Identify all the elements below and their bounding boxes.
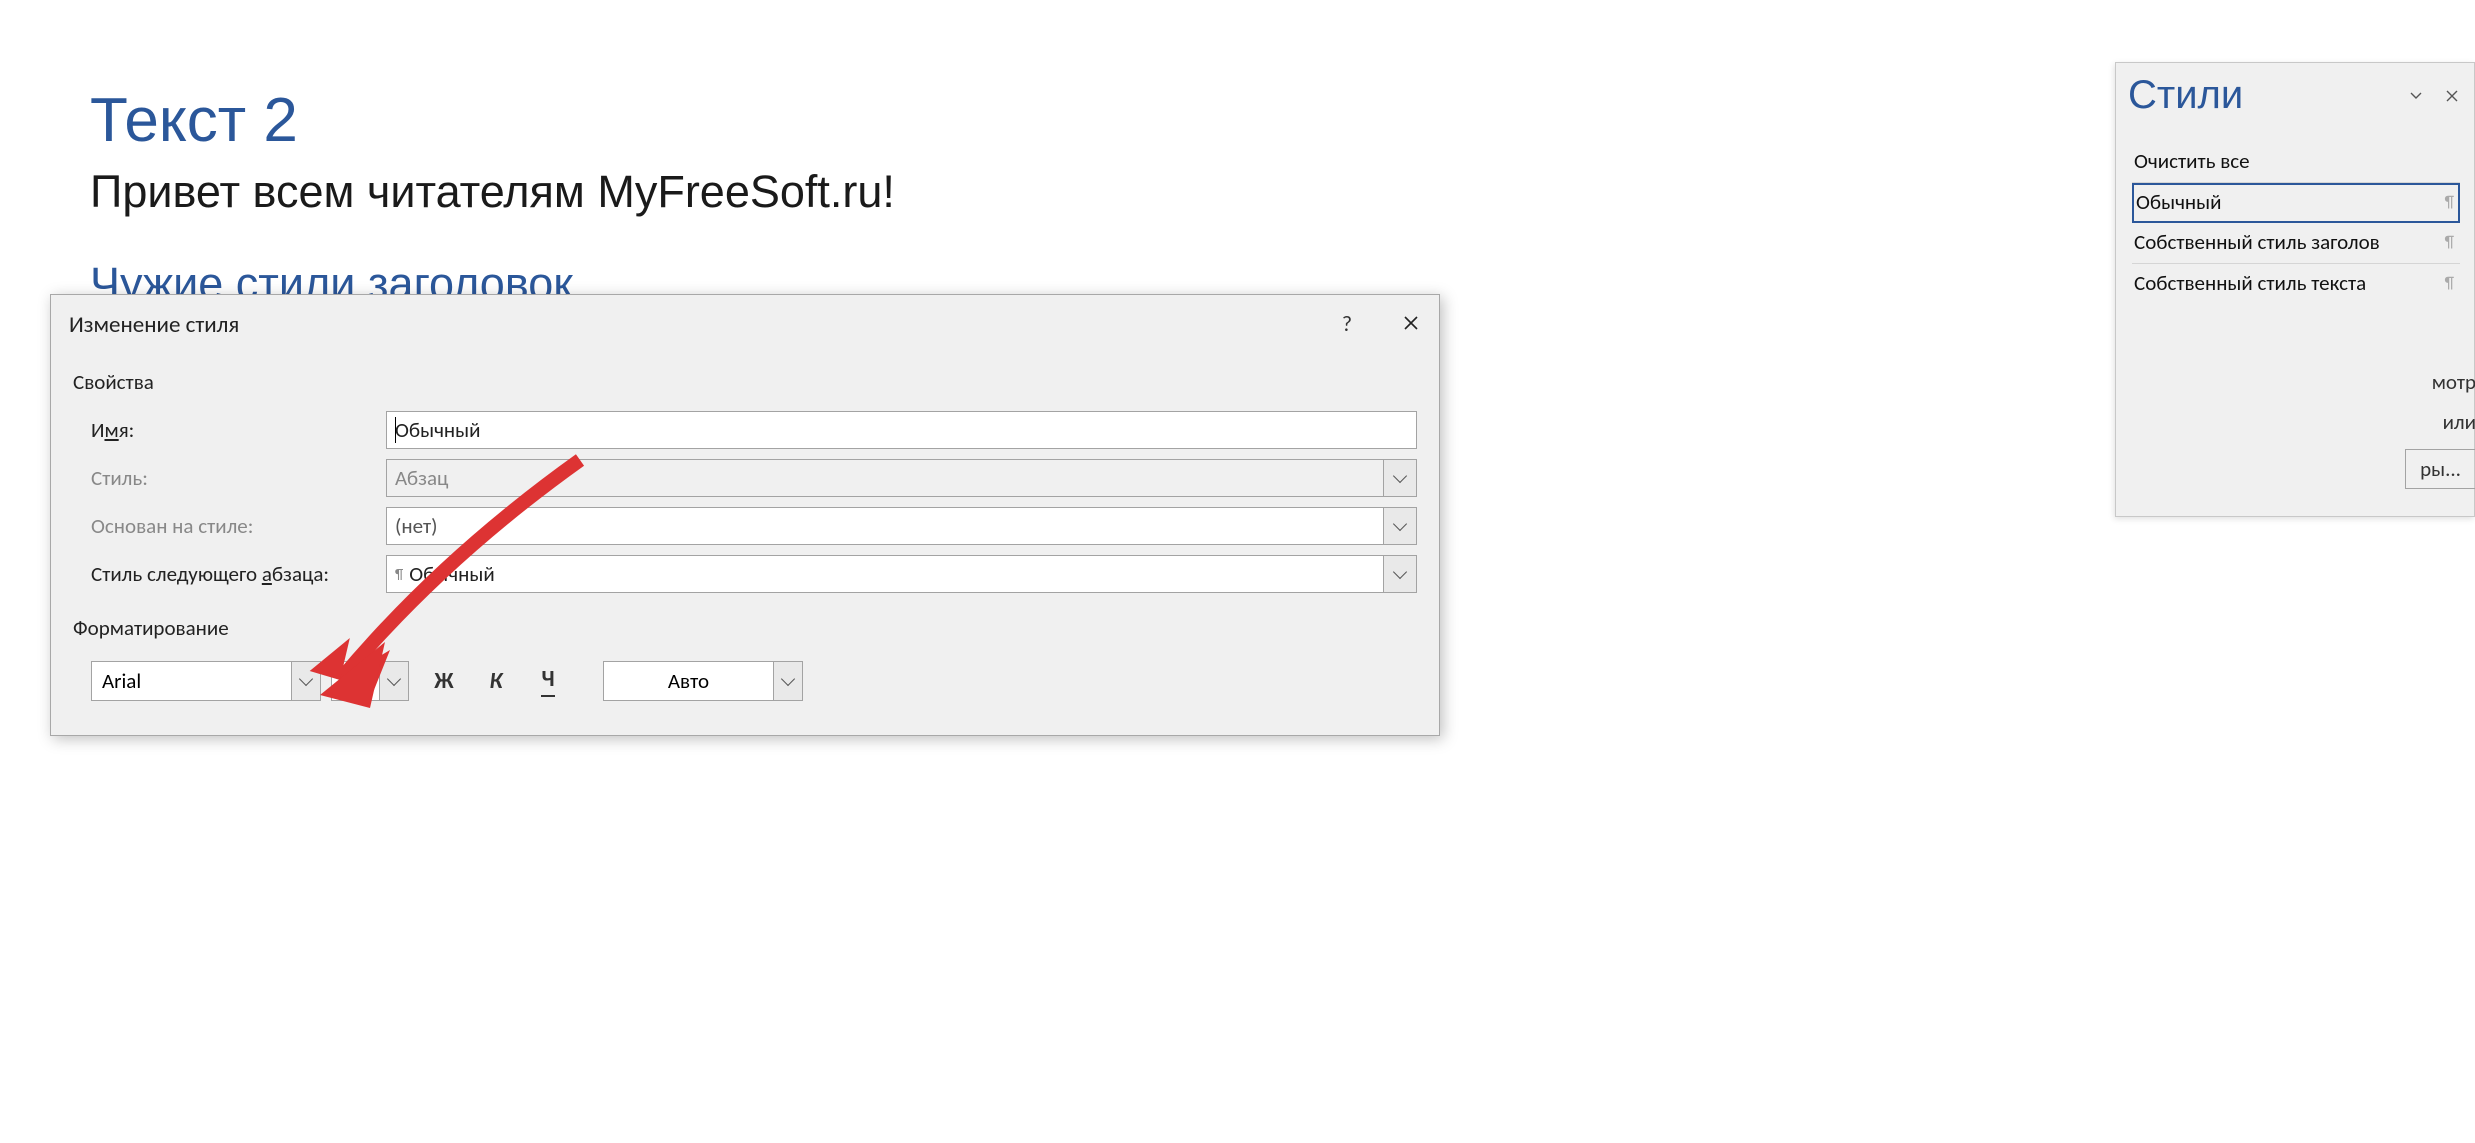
paragraph-mark-icon: ¶ [2445, 274, 2454, 293]
style-type-combo[interactable]: Абзац [386, 459, 1417, 497]
underline-button[interactable]: Ч [531, 661, 565, 701]
font-family-value: Arial [102, 668, 141, 694]
doc-paragraph: Привет всем читателям MyFreeSoft.ru! [90, 166, 895, 218]
pane-preview-fragment: мотр [2432, 369, 2475, 395]
paragraph-mark-icon: ¶ [2445, 193, 2454, 212]
dialog-close-button[interactable] [1393, 305, 1429, 341]
dialog-help-button[interactable]: ? [1329, 305, 1365, 341]
font-size-value: 18 [342, 668, 363, 694]
styles-pane-title: Стили [2128, 73, 2392, 118]
font-size-combo[interactable]: 18 [331, 661, 409, 701]
pane-close-icon[interactable] [2440, 84, 2464, 108]
properties-section-label: Свойства [73, 369, 1417, 395]
paragraph-mark-icon: ¶ [395, 566, 403, 583]
formatting-section-label: Форматирование [73, 615, 1417, 641]
font-color-combo[interactable]: Авто [603, 661, 803, 701]
italic-button[interactable]: К [479, 661, 513, 701]
name-label: Имя: [91, 417, 386, 443]
name-input-value: Обычный [395, 417, 481, 443]
doc-heading: Текст 2 [90, 85, 895, 156]
next-style-value: Обычный [409, 561, 495, 587]
style-item-normal[interactable]: Обычный ¶ [2132, 183, 2460, 223]
styles-list: Очистить все Обычный ¶ Собственный стиль… [2132, 142, 2460, 304]
next-style-label: Стиль следующего абзаца: [91, 561, 386, 587]
styles-pane: Стили Очистить все Обычный ¶ Собственный… [2115, 62, 2475, 517]
style-item-label: Собственный стиль заголов [2134, 229, 2380, 255]
based-on-label: Основан на стиле: [91, 513, 386, 539]
next-style-combo[interactable]: ¶ Обычный [386, 555, 1417, 593]
style-item-label: Очистить все [2134, 148, 2250, 174]
chevron-down-icon[interactable] [291, 661, 321, 701]
name-input[interactable]: Обычный [386, 411, 1417, 449]
style-item-custom-text[interactable]: Собственный стиль текста ¶ [2132, 264, 2460, 304]
style-item-label: Обычный [2136, 189, 2222, 215]
based-on-combo[interactable]: (нет) [386, 507, 1417, 545]
style-item-label: Собственный стиль текста [2134, 270, 2366, 296]
chevron-down-icon[interactable] [379, 661, 409, 701]
font-color-value: Авто [668, 668, 709, 694]
pane-options-icon[interactable] [2404, 84, 2428, 108]
chevron-down-icon[interactable] [773, 661, 803, 701]
pane-params-button[interactable]: ры... [2405, 449, 2475, 489]
style-type-label: Стиль: [91, 465, 386, 491]
chevron-down-icon[interactable] [1383, 459, 1417, 497]
pane-linked-fragment: или [2443, 409, 2475, 435]
close-icon [1403, 315, 1419, 331]
chevron-down-icon[interactable] [1383, 507, 1417, 545]
font-family-combo[interactable]: Arial [91, 661, 321, 701]
style-type-value: Абзац [395, 465, 448, 491]
dialog-title: Изменение стиля [69, 311, 239, 339]
style-item-custom-heading[interactable]: Собственный стиль заголов ¶ [2132, 223, 2460, 264]
chevron-down-icon[interactable] [1383, 555, 1417, 593]
modify-style-dialog: Изменение стиля ? Свойства Имя: Обычный … [50, 294, 1440, 736]
paragraph-mark-icon: ¶ [2445, 233, 2454, 252]
bold-button[interactable]: Ж [427, 661, 461, 701]
style-item-clear-all[interactable]: Очистить все [2132, 142, 2460, 183]
based-on-value: (нет) [395, 513, 437, 539]
